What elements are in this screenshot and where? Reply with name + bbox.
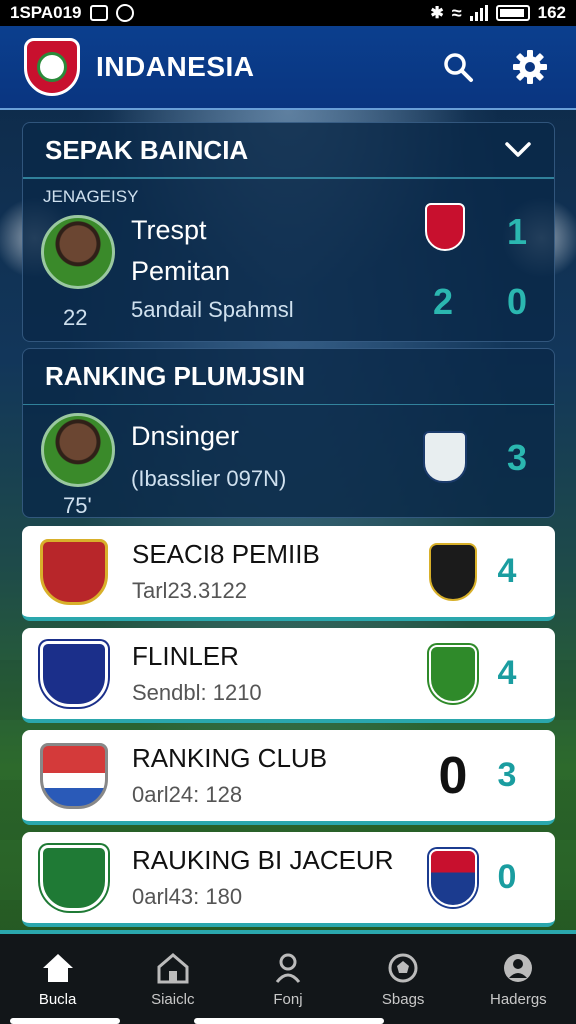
rank-value: 3 [507,437,528,478]
opponent-badge-icon [429,644,477,703]
gesture-bar [10,1018,120,1024]
home-icon [40,951,76,985]
notification-icon [89,5,108,21]
player-row-top[interactable]: Trespt Pemitan 5andail Spahmsl [23,207,554,323]
club-crest-icon [40,640,108,707]
bottom-nav: Bucla Siaiclc Fonj Sbags Hadergs [0,930,576,1024]
jersey-number: 22 [63,305,88,330]
club-card[interactable]: SEACI8 PEMIIB Tarl23.3122 4 [22,526,555,621]
nav-label: Bucla [38,990,77,1008]
section-top-sublabel: JENAGEISY [43,187,139,206]
player-name: Dnsinger [131,421,240,451]
section-ranking-title: RANKING PLUMJSIN [45,361,306,391]
battery-level: 162 [537,3,566,22]
team-logo[interactable] [24,38,80,96]
status-time: 1SPA019 [10,3,82,22]
score-value: 1 [507,211,528,252]
club-rank: 3 [497,756,517,794]
gesture-bar [194,1018,384,1024]
settings-button[interactable] [508,45,552,89]
player-meta: (Ibasslier 097N) [131,466,287,491]
club-stat: 0arl24: 128 [132,782,243,807]
bluetooth-icon: ✱ [430,5,444,22]
nav-item-profile[interactable]: Hadergs [468,951,568,1008]
section-top-panel: SEPAK BAINCIA JENAGEISY Trespt Pemitan 5… [22,122,555,342]
club-name: SEACI8 PEMIIB [132,539,320,569]
profile-icon [500,951,536,985]
club-card[interactable]: RAUKING BI JACEUR 0arl43: 180 0 [22,832,555,927]
search-button[interactable] [436,45,480,89]
app-title: INDANESIA [96,51,255,82]
avatar [41,215,115,289]
battery-icon [495,5,530,21]
jersey-number: 75' [63,493,92,518]
club-stat: Tarl23.3122 [132,578,247,603]
player-name: Trespt [131,215,207,245]
club-badge-icon [423,431,467,483]
club-rank: 4 [497,654,517,692]
club-rank: 0 [497,858,517,896]
gear-icon [513,50,547,84]
score-value: 2 [433,281,454,322]
club-stat: 0arl43: 180 [132,884,243,909]
club-name: RAUKING BI JACEUR [132,845,394,875]
signal-icon [469,5,488,21]
section-ranking-panel: RANKING PLUMJSIN Dnsinger (Ibasslier 097… [22,348,555,518]
club-name: RANKING CLUB [132,743,328,773]
chevron-down-icon[interactable] [504,141,532,159]
club-crest-icon [40,742,108,809]
player-row-ranking[interactable]: Dnsinger (Ibasslier 097N) [23,405,554,492]
nav-label: Fonj [273,990,303,1008]
player-role: Pemitan [131,256,231,286]
score-value: 0 [507,281,528,322]
club-badge-icon [425,203,465,251]
nav-item-home[interactable]: Bucla [8,951,108,1008]
club-crest-icon [40,844,108,911]
nav-item-person[interactable]: Fonj [238,951,338,1008]
section-ranking-header: RANKING PLUMJSIN [23,349,554,405]
nav-item-ball[interactable]: Sbags [353,951,453,1008]
app-header: INDANESIA [0,26,576,110]
club-card[interactable]: RANKING CLUB 0arl24: 128 0 3 [22,730,555,825]
ball-icon [385,951,421,985]
club-score: 0 [438,746,468,805]
nav-item-stadium[interactable]: Siaiclc [123,951,223,1008]
stadium-icon [155,951,191,985]
nav-label: Hadergs [489,990,547,1008]
opponent-badge-icon [429,848,477,907]
nav-label: Sbags [381,990,425,1008]
avatar [41,413,115,487]
club-stat: Sendbl: 1210 [132,680,262,705]
search-icon [444,53,473,82]
nav-label: Siaiclc [151,990,195,1008]
club-card[interactable]: FLINLER Sendbl: 1210 4 [22,628,555,723]
section-top-header[interactable]: SEPAK BAINCIA [23,123,554,179]
club-name: FLINLER [132,641,239,671]
app-status-icon [115,4,134,22]
club-crest-icon [40,538,108,605]
wifi-icon: ≈ [451,2,462,23]
person-icon [270,951,306,985]
section-top-title: SEPAK BAINCIA [45,134,249,165]
player-meta: 5andail Spahmsl [131,297,294,322]
opponent-badge-icon [429,542,477,601]
status-bar: 1SPA019 ✱ ≈ 162 [0,0,576,26]
club-rank: 4 [497,552,517,590]
